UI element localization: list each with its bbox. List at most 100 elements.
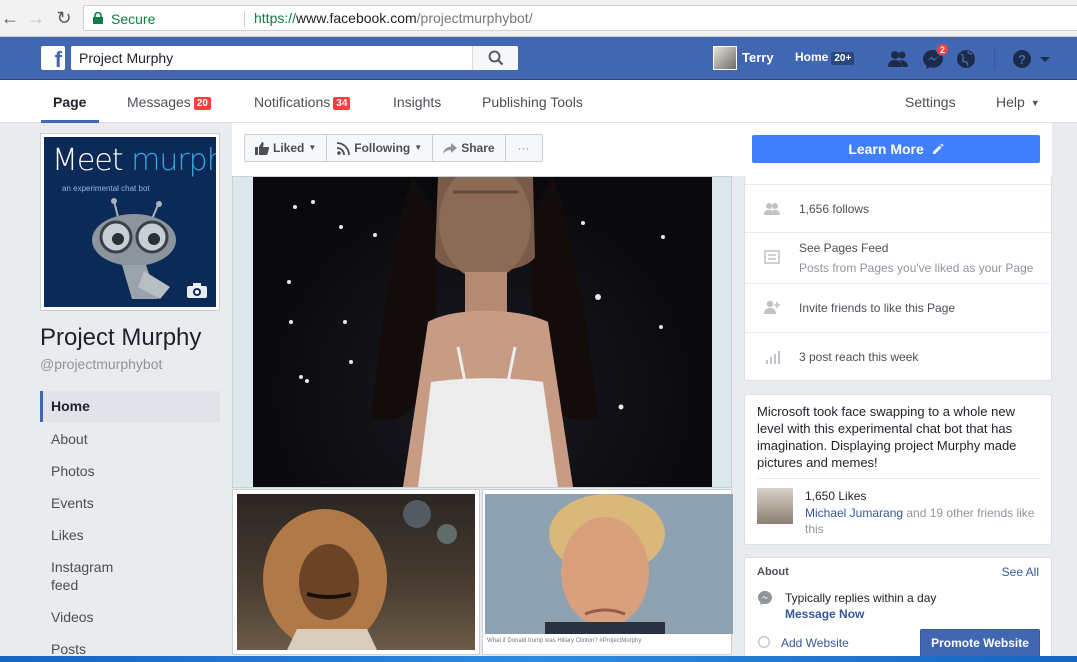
- left-nav-about[interactable]: About: [40, 431, 220, 448]
- tab-messages-badge: 20: [193, 97, 211, 110]
- tab-settings[interactable]: Settings: [905, 94, 956, 110]
- main-photo-illustration: [287, 177, 665, 487]
- share-button[interactable]: Share: [433, 135, 506, 161]
- following-caret-icon: ▼: [414, 143, 423, 152]
- follows-row: 1,656 follows: [745, 184, 1051, 232]
- url-scheme: https://: [254, 10, 297, 26]
- page-story-text: Microsoft took face swapping to a whole …: [757, 404, 1017, 470]
- learn-more-button[interactable]: Learn More: [752, 135, 1040, 163]
- main-photo-image: [253, 177, 712, 487]
- photo-thumbnail-1[interactable]: [232, 489, 480, 655]
- tab-messages[interactable]: Messages 20: [127, 94, 211, 110]
- messages-count-badge: 2: [936, 43, 950, 56]
- share-label: Share: [461, 141, 495, 155]
- url-path: /projectmurphybot/: [416, 10, 533, 26]
- back-arrow-icon[interactable]: ←: [0, 8, 20, 28]
- page-tabs: Page Messages 20 Notifications 34 Insights…: [0, 80, 1077, 123]
- following-button[interactable]: Following ▼: [327, 135, 434, 161]
- friends-like-text: Michael Jumarang and 19 other friends li…: [805, 505, 1045, 537]
- reach-chart-icon: [766, 351, 780, 364]
- tab-publishing-tools[interactable]: Publishing Tools: [482, 94, 583, 110]
- pages-feed-icon: [764, 250, 780, 264]
- add-website-link[interactable]: Add Website: [781, 636, 849, 650]
- followers-people-icon: [764, 203, 780, 215]
- update-photo-camera-icon[interactable]: [186, 282, 208, 299]
- left-nav-events[interactable]: Events: [40, 495, 220, 512]
- search-input[interactable]: [71, 46, 471, 70]
- url-text: https://www.facebook.com/projectmurphybo…: [254, 10, 533, 26]
- page-title: Project Murphy: [40, 324, 202, 351]
- profile-title-meet: Meet: [52, 143, 132, 178]
- profile-picture-frame[interactable]: Meet murphy an experimental chat bot: [40, 133, 220, 311]
- liked-button[interactable]: Liked ▼: [245, 135, 328, 161]
- notifications-globe-icon[interactable]: [955, 49, 977, 69]
- more-options-button[interactable]: ···: [506, 135, 542, 161]
- tab-notifications[interactable]: Notifications 34: [254, 94, 351, 110]
- tab-messages-label: Messages: [127, 94, 191, 110]
- facebook-header: f Terry Home20+ 2 ?: [0, 37, 1077, 80]
- browser-toolbar: ← → ↻ Secure https://www.facebook.com/pr…: [0, 0, 1077, 37]
- invite-friends-label: Invite friends to like this Page: [799, 301, 956, 315]
- user-name: Terry: [742, 50, 774, 65]
- page-action-bar: Liked ▼ Following ▼ Share ··· Learn More: [232, 123, 1052, 176]
- share-arrow-icon: [443, 142, 458, 154]
- photo-thumbnail-1-image: [237, 494, 475, 650]
- friend-name-link[interactable]: Michael Jumarang: [805, 506, 903, 520]
- liked-caret-icon: ▼: [308, 143, 317, 152]
- left-nav-photos[interactable]: Photos: [40, 463, 220, 480]
- os-taskbar: [0, 656, 1077, 662]
- pencil-edit-icon: [932, 143, 944, 154]
- page-story-card: Microsoft took face swapping to a whole …: [744, 394, 1052, 545]
- page-stats-card: 1,656 follows See Pages Feed Posts from …: [744, 176, 1052, 381]
- promote-website-button[interactable]: Promote Website: [920, 629, 1040, 657]
- tab-page[interactable]: Page: [53, 94, 86, 110]
- reload-icon[interactable]: ↻: [54, 8, 74, 28]
- see-all-link[interactable]: See All: [1002, 565, 1039, 579]
- post-reach-row: 3 post reach this week: [745, 332, 1051, 380]
- reply-time-text: Typically replies within a day: [785, 591, 937, 605]
- page-likes-count[interactable]: 1,650 Likes: [805, 489, 866, 503]
- tab-help[interactable]: Help ▼: [996, 94, 1040, 110]
- page-action-buttons: Liked ▼ Following ▼ Share ···: [244, 134, 543, 162]
- follows-count: 1,656 follows: [799, 202, 870, 216]
- address-bar[interactable]: Secure https://www.facebook.com/projectm…: [83, 5, 1077, 31]
- forward-arrow-icon[interactable]: →: [26, 8, 46, 28]
- secure-label: Secure: [111, 11, 156, 27]
- message-now-link[interactable]: Message Now: [785, 607, 864, 621]
- invite-friends-row[interactable]: Invite friends to like this Page: [745, 283, 1051, 332]
- left-nav-home[interactable]: Home: [40, 391, 220, 422]
- left-nav-videos[interactable]: Videos: [40, 609, 220, 626]
- tab-insights[interactable]: Insights: [393, 94, 441, 110]
- post-reach-label: 3 post reach this week: [799, 350, 919, 364]
- friend-requests-icon[interactable]: [887, 49, 909, 69]
- search-icon: [488, 50, 504, 66]
- search-box[interactable]: [71, 46, 518, 70]
- profile-picture-subtitle: an experimental chat bot: [62, 184, 150, 193]
- lock-icon: [93, 12, 103, 24]
- pages-feed-title[interactable]: See Pages Feed: [799, 241, 888, 255]
- about-heading: About: [757, 566, 789, 578]
- facebook-logo-icon[interactable]: f: [41, 46, 65, 70]
- photo-thumbnail-2[interactable]: What if Donald trump was Hillary Clinton…: [482, 489, 733, 655]
- main-photo[interactable]: [232, 176, 732, 488]
- left-nav-likes[interactable]: Likes: [40, 527, 220, 544]
- home-link[interactable]: Home 20+: [795, 50, 855, 65]
- tab-notifications-label: Notifications: [254, 94, 331, 110]
- tab-help-label: Help: [996, 94, 1025, 110]
- home-label: Home: [795, 50, 829, 64]
- profile-title-murphy: murphy: [131, 143, 216, 178]
- search-button[interactable]: [472, 46, 518, 70]
- friend-avatar[interactable]: [757, 488, 793, 524]
- help-icon[interactable]: ?: [1011, 49, 1033, 69]
- photo-thumbnail-2-illustration: [545, 494, 665, 634]
- account-menu-chevron-down-icon[interactable]: [1038, 49, 1052, 69]
- liked-label: Liked: [273, 141, 305, 155]
- thumbs-up-icon: [255, 141, 269, 155]
- left-nav-instagram[interactable]: Instagram: [40, 559, 220, 576]
- story-divider: [757, 478, 1039, 479]
- pages-feed-row[interactable]: See Pages Feed Posts from Pages you've l…: [745, 232, 1051, 283]
- following-label: Following: [354, 141, 411, 155]
- page-username[interactable]: @projectmurphybot: [40, 356, 162, 372]
- left-nav-instagram-feed[interactable]: feed: [40, 577, 220, 594]
- address-separator: [244, 11, 245, 27]
